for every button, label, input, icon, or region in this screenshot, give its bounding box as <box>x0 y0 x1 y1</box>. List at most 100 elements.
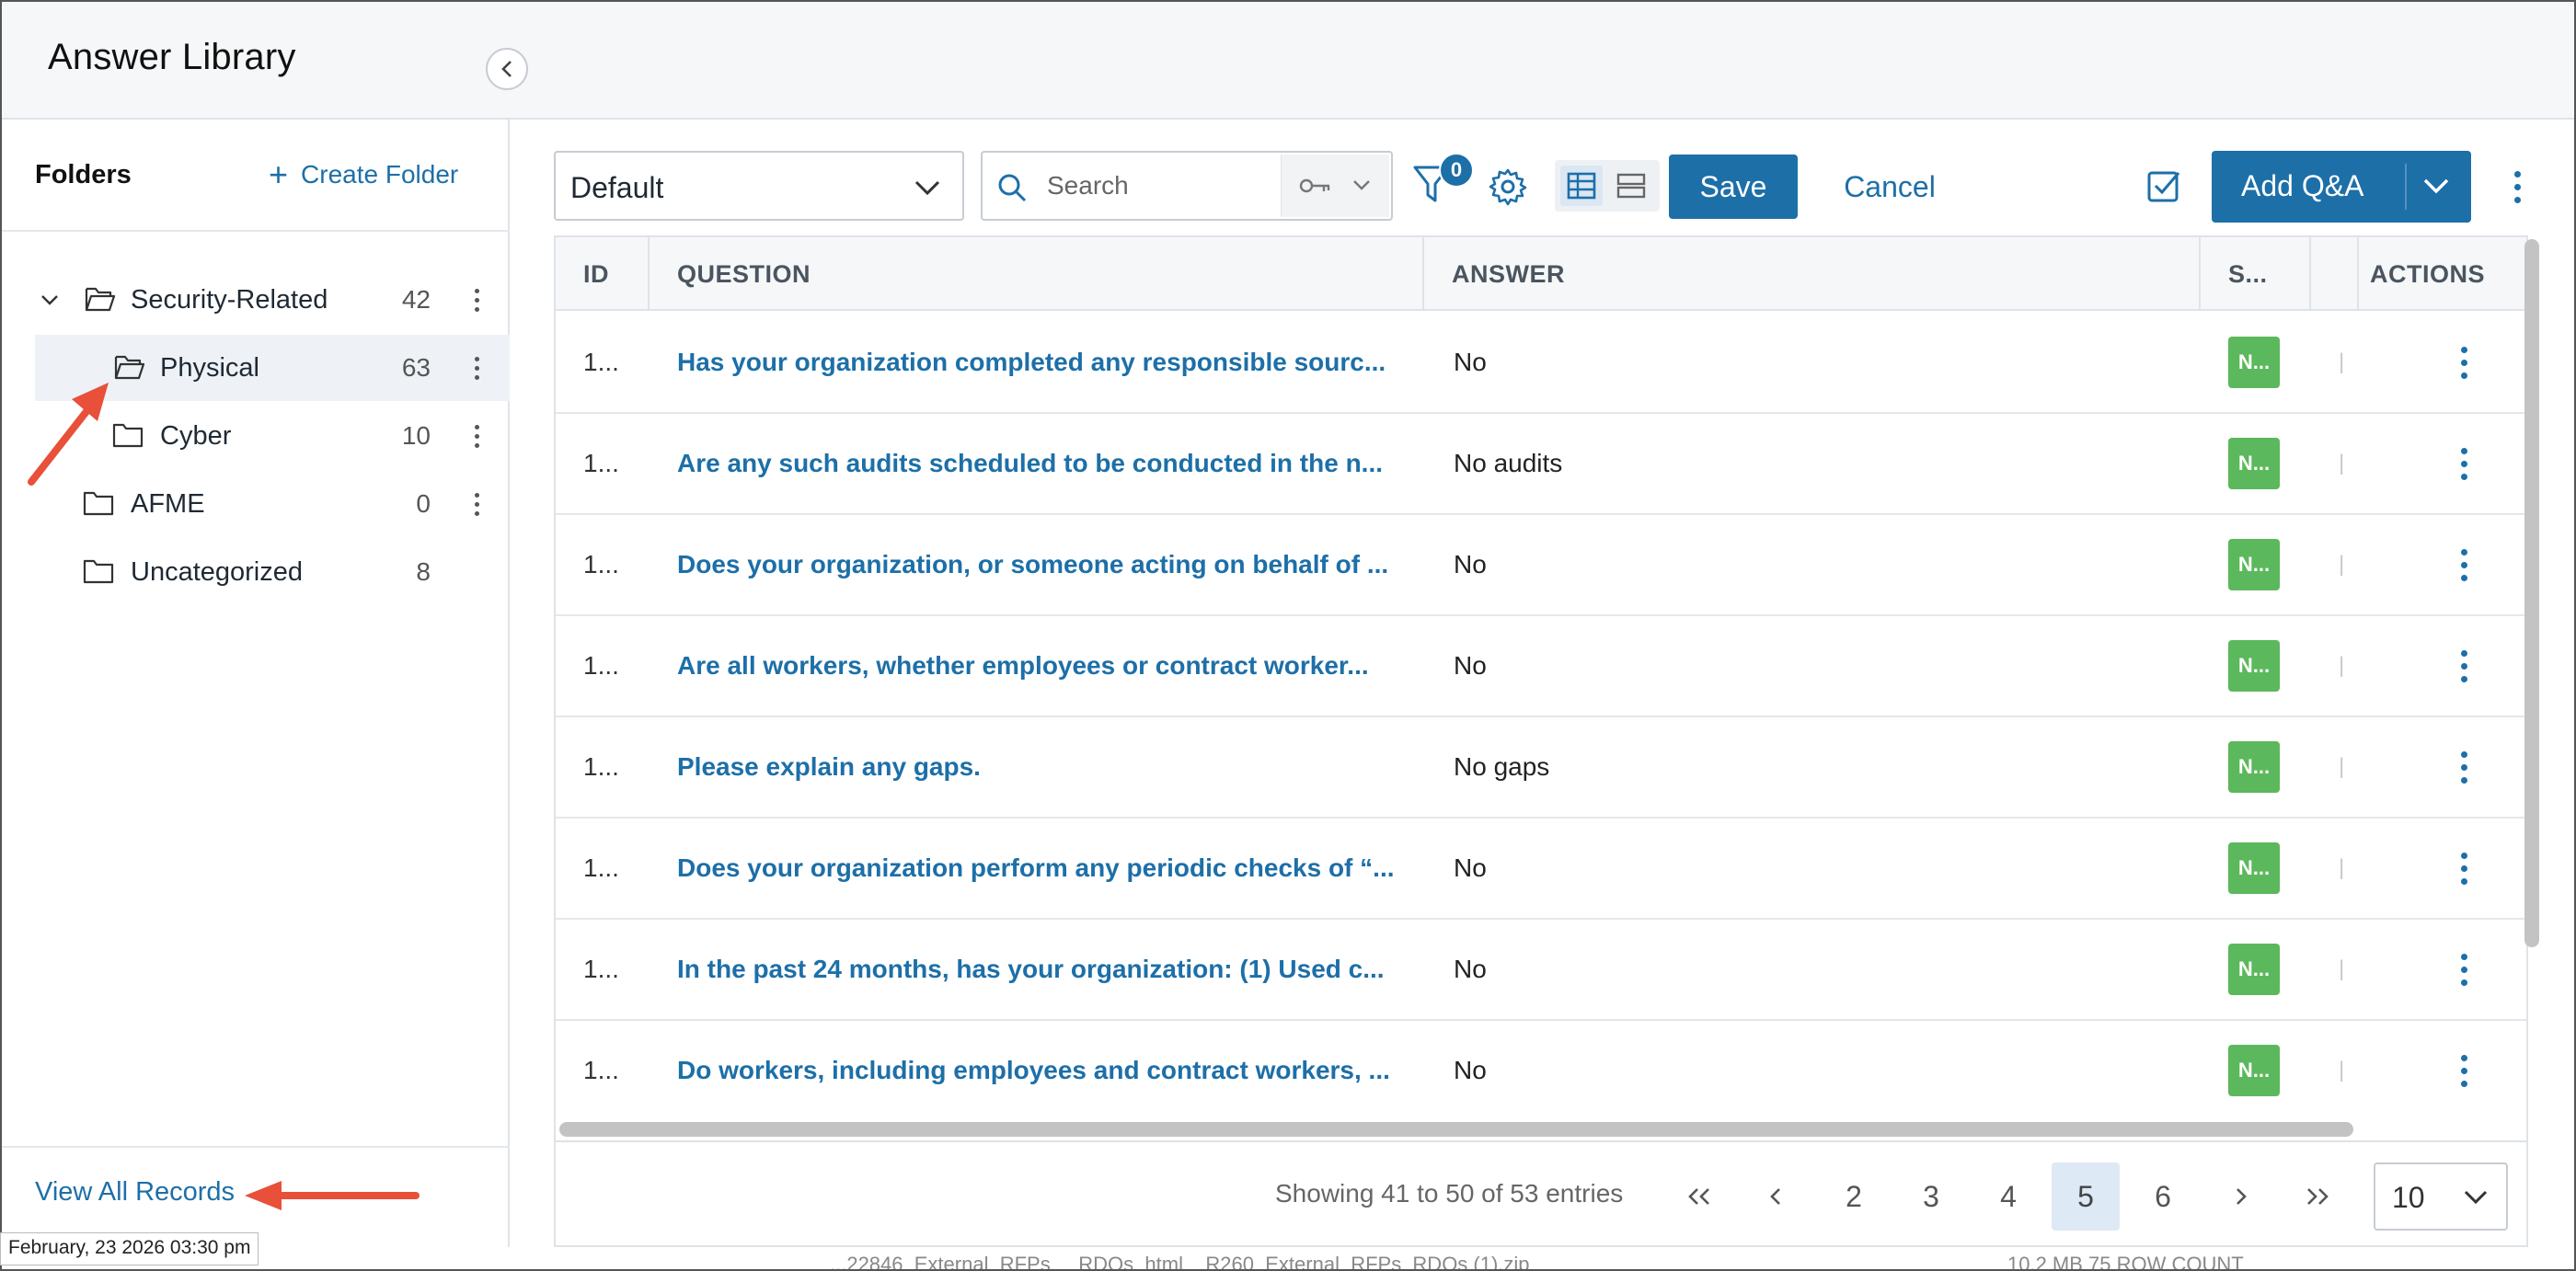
cancel-button[interactable]: Cancel <box>1816 155 1963 219</box>
folder-uncategorized[interactable]: Uncategorized 8 <box>2 539 510 605</box>
table-row[interactable]: 1... Does your organization, or someone … <box>556 515 2526 616</box>
search-key-dropdown[interactable] <box>1281 155 1389 217</box>
row-actions-icon[interactable] <box>2455 515 2473 614</box>
table-row[interactable]: 1... Are any such audits scheduled to be… <box>556 414 2526 515</box>
last-page-button[interactable] <box>2283 1162 2352 1231</box>
folder-count: 63 <box>401 353 431 382</box>
row-answer: No <box>1454 651 1487 680</box>
gear-icon[interactable] <box>1489 167 1527 206</box>
date-tooltip: February, 23 2026 03:30 pm <box>0 1232 259 1265</box>
search-input[interactable] <box>1047 167 1277 204</box>
add-qa-button[interactable]: Add Q&A <box>2212 151 2471 223</box>
add-qa-label: Add Q&A <box>2241 169 2364 202</box>
row-id: 1... <box>583 550 619 578</box>
row-answer: No <box>1454 955 1487 983</box>
folder-menu-icon[interactable] <box>467 349 486 386</box>
folder-menu-icon[interactable] <box>467 418 486 454</box>
row-question-link[interactable]: Please explain any gaps. <box>677 717 1395 817</box>
horizontal-scrollbar[interactable] <box>559 1122 2353 1137</box>
folder-name: Physical <box>160 353 259 383</box>
prev-page-button[interactable] <box>1742 1162 1811 1231</box>
row-question-link[interactable]: Does your organization perform any perio… <box>677 819 1395 918</box>
card-view-button[interactable] <box>1610 166 1652 206</box>
row-status: N... <box>2228 819 2283 918</box>
row-id: 1... <box>583 651 619 680</box>
collapse-sidebar-button[interactable] <box>486 48 528 90</box>
save-button[interactable]: Save <box>1669 155 1798 219</box>
first-page-button[interactable] <box>1665 1162 1733 1231</box>
chevron-right-icon <box>2237 1188 2247 1205</box>
table-row[interactable]: 1... In the past 24 months, has your org… <box>556 920 2526 1021</box>
folder-physical[interactable]: Physical 63 <box>35 335 510 401</box>
row-status: N... <box>2228 414 2283 513</box>
status-badge: N... <box>2228 640 2280 692</box>
row-actions-icon[interactable] <box>2455 616 2473 716</box>
create-folder-button[interactable]: + Create Folder <box>269 156 458 193</box>
row-separator: | <box>2339 754 2345 779</box>
row-status: N... <box>2228 1021 2283 1120</box>
column-header-status[interactable]: S... <box>2201 237 2311 311</box>
column-header-id[interactable]: ID <box>556 237 650 311</box>
filter-count-badge: 0 <box>1439 153 1474 188</box>
row-status: N... <box>2228 616 2283 716</box>
page-button-5[interactable]: 5 <box>2052 1162 2120 1231</box>
row-answer: No audits <box>1454 449 1563 477</box>
row-question-link[interactable]: Has your organization completed any resp… <box>677 313 1395 412</box>
table-row[interactable]: 1... Has your organization completed any… <box>556 313 2526 414</box>
page-button-2[interactable]: 2 <box>1820 1162 1888 1231</box>
folder-menu-icon[interactable] <box>467 281 486 318</box>
row-answer: No gaps <box>1454 752 1550 781</box>
more-options-icon[interactable] <box>2508 162 2526 212</box>
row-id: 1... <box>583 449 619 477</box>
per-page-select[interactable]: 10 <box>2374 1162 2508 1231</box>
page-button-6[interactable]: 6 <box>2129 1162 2197 1231</box>
row-actions-icon[interactable] <box>2455 414 2473 513</box>
folders-label: Folders <box>35 160 132 189</box>
folder-security-related[interactable]: Security-Related 42 <box>2 267 510 333</box>
row-question-link[interactable]: Are all workers, whether employees or co… <box>677 616 1395 716</box>
column-header-answer[interactable]: ANSWER <box>1424 237 2201 311</box>
answers-table: ID QUESTION ANSWER S... ACTIONS 1... Has… <box>554 235 2528 1142</box>
view-select-value: Default <box>570 171 664 204</box>
row-actions-icon[interactable] <box>2455 920 2473 1019</box>
table-row[interactable]: 1... Do workers, including employees and… <box>556 1021 2526 1122</box>
folder-open-icon <box>85 287 116 312</box>
chevron-down-icon[interactable] <box>39 289 61 311</box>
view-all-records-link[interactable]: View All Records <box>35 1177 235 1208</box>
row-status: N... <box>2228 515 2283 614</box>
folder-count: 42 <box>401 285 431 314</box>
row-actions-icon[interactable] <box>2455 1021 2473 1120</box>
table-row[interactable]: 1... Are all workers, whether employees … <box>556 616 2526 717</box>
row-question-link[interactable]: Does your organization, or someone actin… <box>677 515 1395 614</box>
row-question-link[interactable]: Do workers, including employees and cont… <box>677 1021 1395 1120</box>
folder-afme[interactable]: AFME 0 <box>2 471 510 537</box>
row-actions-icon[interactable] <box>2455 819 2473 918</box>
row-question-link[interactable]: Are any such audits scheduled to be cond… <box>677 414 1395 513</box>
table-row[interactable]: 1... Does your organization perform any … <box>556 819 2526 920</box>
row-id: 1... <box>583 1056 619 1084</box>
column-header-question[interactable]: QUESTION <box>650 237 1424 311</box>
folder-menu-icon[interactable] <box>467 486 486 522</box>
table-view-button[interactable] <box>1560 166 1603 206</box>
row-actions-icon[interactable] <box>2455 313 2473 412</box>
next-page-button[interactable] <box>2206 1162 2274 1231</box>
key-icon <box>1299 178 1330 193</box>
row-question-link[interactable]: In the past 24 months, has your organiza… <box>677 920 1395 1019</box>
checkbox-select-icon[interactable] <box>2145 167 2182 204</box>
view-select[interactable]: Default <box>554 151 964 221</box>
vertical-scrollbar[interactable] <box>2524 239 2539 947</box>
row-id: 1... <box>583 752 619 781</box>
table-row[interactable]: 1... Please explain any gaps. No gaps N.… <box>556 717 2526 819</box>
chevron-down-icon <box>2464 1190 2488 1205</box>
row-actions-icon[interactable] <box>2455 717 2473 817</box>
row-separator: | <box>2339 1058 2345 1082</box>
row-answer: No <box>1454 348 1487 376</box>
folder-cyber[interactable]: Cyber 10 <box>2 403 510 469</box>
folders-sidebar: Folders + Create Folder Security-Related… <box>2 120 510 1247</box>
status-badge: N... <box>2228 741 2280 793</box>
row-status: N... <box>2228 717 2283 817</box>
page-button-3[interactable]: 3 <box>1897 1162 1965 1231</box>
chevron-down-icon[interactable] <box>2421 175 2451 199</box>
page-button-4[interactable]: 4 <box>1974 1162 2042 1231</box>
search-box <box>981 151 1393 221</box>
